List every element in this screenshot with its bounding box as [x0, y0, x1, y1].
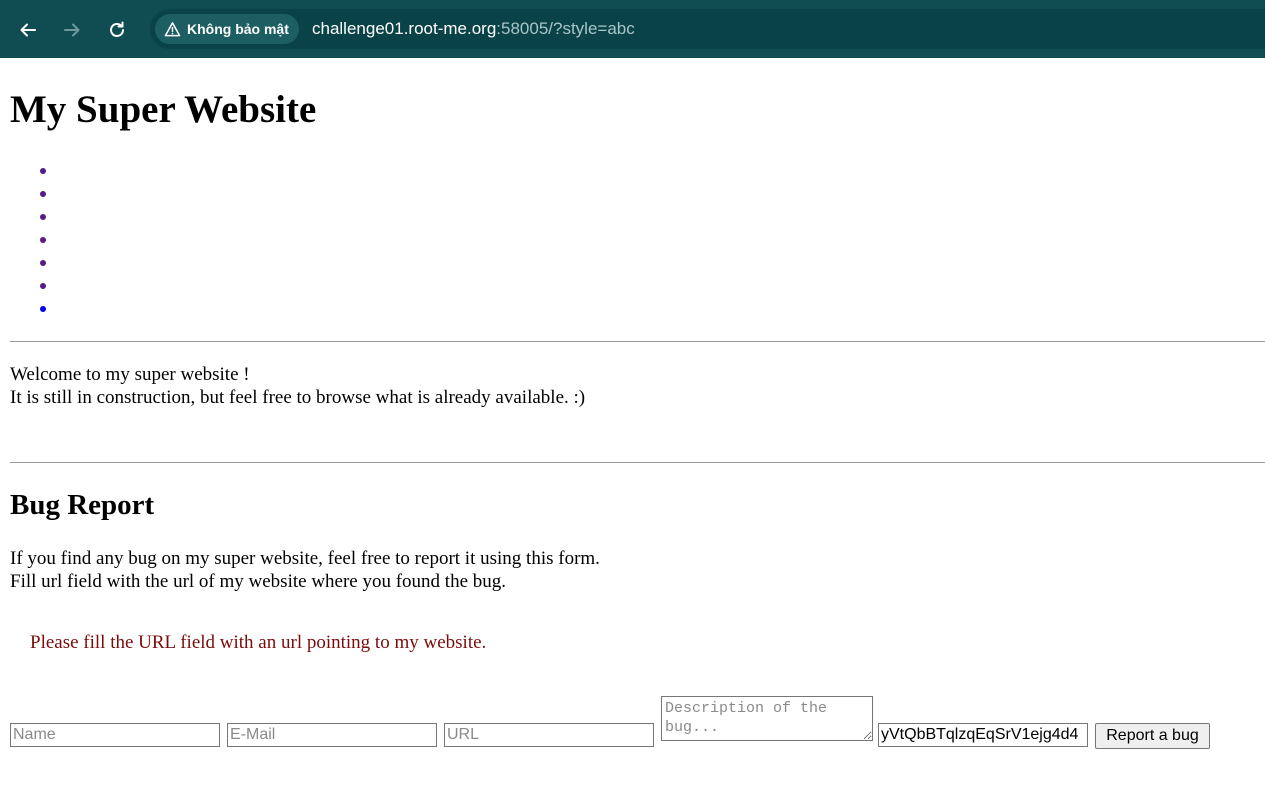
url-host: challenge01.root-me.org [312, 19, 497, 38]
menu-link[interactable] [10, 158, 70, 181]
menu-link[interactable] [10, 273, 70, 296]
welcome-line-1: Welcome to my super website ! [10, 364, 250, 385]
menu-item[interactable] [10, 250, 70, 273]
email-input[interactable] [227, 723, 437, 747]
menu-item[interactable] [10, 227, 70, 250]
divider [10, 341, 1265, 342]
url-text[interactable]: challenge01.root-me.org:58005/?style=abc [312, 19, 635, 39]
bug-report-intro-2: Fill url field with the url of my websit… [10, 571, 507, 592]
menu-item[interactable] [10, 158, 70, 181]
name-input[interactable] [10, 723, 220, 747]
reload-icon [110, 21, 124, 37]
forward-button[interactable] [55, 13, 89, 47]
browser-toolbar: Không bảo mật challenge01.root-me.org:58… [0, 0, 1265, 58]
security-indicator[interactable]: Không bảo mật [155, 14, 299, 44]
site-menu [10, 158, 70, 319]
error-message: Please fill the URL field with an url po… [30, 632, 487, 653]
reload-button[interactable] [100, 13, 134, 47]
url-path: :58005/?style=abc [496, 19, 635, 38]
menu-link[interactable] [10, 296, 70, 319]
back-button[interactable] [11, 13, 45, 47]
divider [10, 462, 1265, 463]
menu-link[interactable] [10, 250, 70, 273]
bug-report-heading: Bug Report [10, 489, 155, 521]
menu-item[interactable] [10, 181, 70, 204]
arrow-right-icon [64, 23, 80, 37]
menu-link[interactable] [10, 204, 70, 227]
warning-icon [164, 21, 181, 36]
bug-report-intro-1: If you find any bug on my super website,… [10, 548, 600, 569]
address-bar[interactable]: Không bảo mật challenge01.root-me.org:58… [150, 9, 1265, 49]
token-input[interactable] [878, 723, 1088, 747]
welcome-line-2: It is still in construction, but feel fr… [10, 387, 586, 408]
report-bug-button[interactable]: Report a bug [1095, 723, 1210, 749]
menu-link[interactable] [10, 227, 70, 250]
url-input[interactable] [444, 723, 654, 747]
arrow-left-icon [20, 23, 36, 37]
menu-link[interactable] [10, 181, 70, 204]
menu-item[interactable] [10, 273, 70, 296]
page-title: My Super Website [10, 88, 317, 131]
security-label: Không bảo mật [187, 21, 289, 37]
menu-item[interactable] [10, 296, 70, 319]
menu-item[interactable] [10, 204, 70, 227]
description-textarea[interactable] [661, 696, 873, 741]
